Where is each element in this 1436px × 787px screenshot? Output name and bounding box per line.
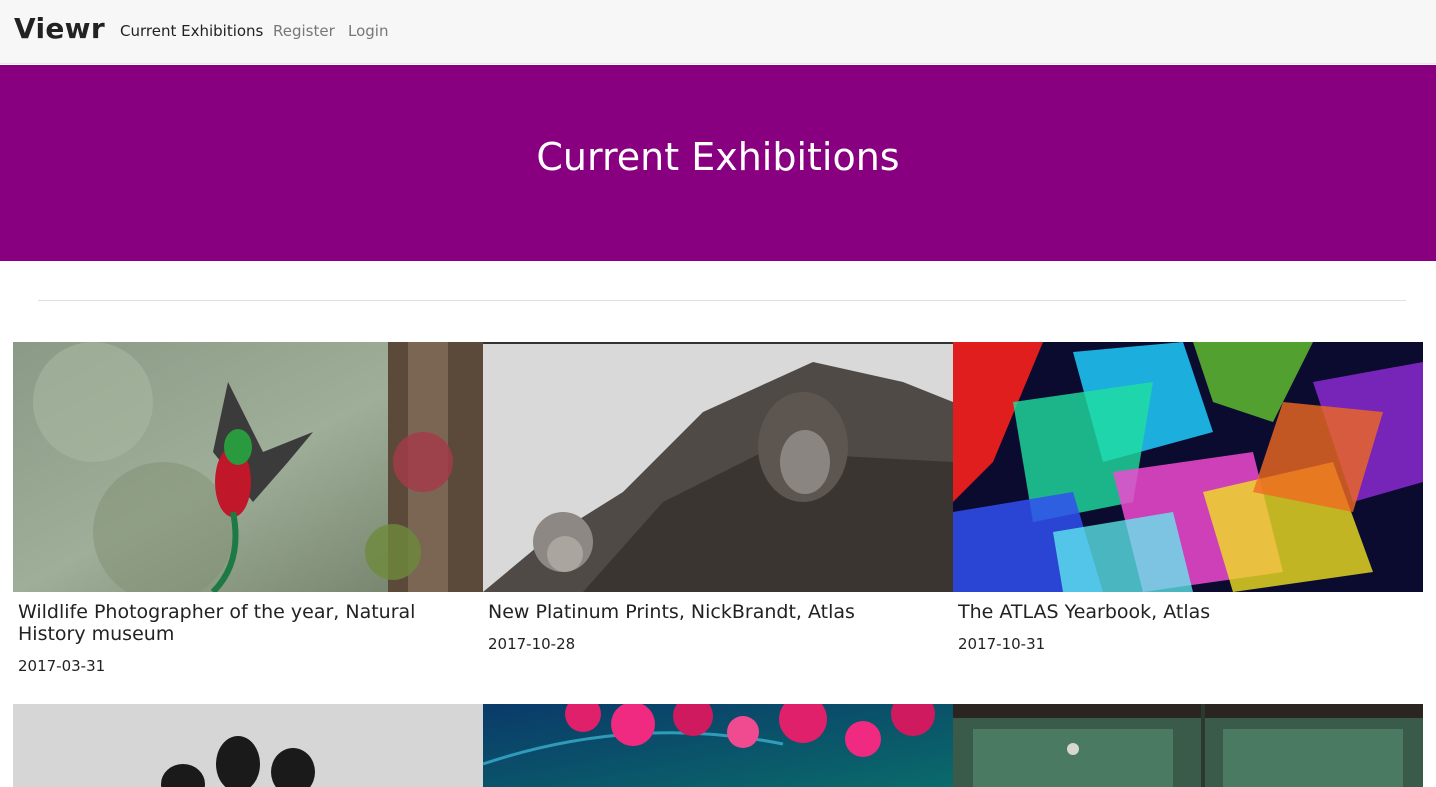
- exhibition-date: 2017-03-31: [18, 657, 106, 675]
- page-title: Current Exhibitions: [536, 135, 900, 179]
- nav-current-exhibitions[interactable]: Current Exhibitions: [120, 22, 263, 40]
- exhibition-card[interactable]: Wildlife Photographer of the year, Natur…: [13, 342, 483, 682]
- brand-logo[interactable]: Viewr: [14, 12, 105, 45]
- exhibition-date: 2017-10-31: [958, 635, 1046, 653]
- exhibition-image-abstract[interactable]: [953, 342, 1423, 592]
- nav-login[interactable]: Login: [348, 22, 388, 40]
- exhibition-card[interactable]: New Platinum Prints, NickBrandt, Atlas 2…: [483, 342, 953, 662]
- exhibition-image-lions[interactable]: [483, 342, 953, 592]
- exhibition-image-bird[interactable]: [13, 342, 483, 592]
- exhibition-card[interactable]: [483, 704, 953, 787]
- top-navbar: Viewr Current Exhibitions Register Login: [0, 0, 1436, 64]
- exhibition-title[interactable]: Wildlife Photographer of the year, Natur…: [18, 601, 473, 645]
- exhibition-title[interactable]: New Platinum Prints, NickBrandt, Atlas: [488, 601, 943, 623]
- section-divider: [38, 300, 1406, 301]
- exhibition-card[interactable]: [13, 704, 483, 787]
- exhibition-card[interactable]: The ATLAS Yearbook, Atlas 2017-10-31: [953, 342, 1423, 662]
- exhibition-image-hand[interactable]: [13, 704, 483, 787]
- exhibition-image-tree[interactable]: [483, 704, 953, 787]
- exhibition-title[interactable]: The ATLAS Yearbook, Atlas: [958, 601, 1413, 623]
- exhibition-card[interactable]: [953, 704, 1423, 787]
- exhibition-image-door[interactable]: [953, 704, 1423, 787]
- exhibition-date: 2017-10-28: [488, 635, 576, 653]
- hero-banner: Current Exhibitions: [0, 65, 1436, 261]
- nav-register[interactable]: Register: [273, 22, 335, 40]
